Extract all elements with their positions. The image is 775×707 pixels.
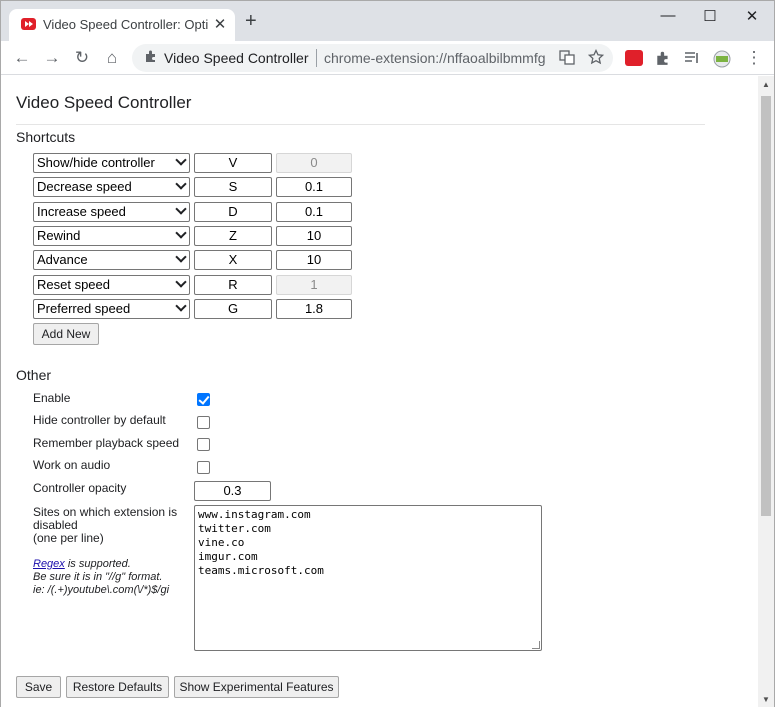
tab-title: Video Speed Controller: Options [43,17,208,32]
active-tab[interactable]: Video Speed Controller: Options ✕ [9,9,235,41]
remember-speed-checkbox[interactable] [197,438,210,451]
scroll-thumb[interactable] [761,96,771,516]
extension-name: Video Speed Controller [164,50,309,66]
shortcut-value-input: 0 [276,153,352,173]
shortcut-key-input[interactable]: D [194,201,272,222]
shortcut-value-input[interactable]: 0.1 [276,177,352,198]
shortcut-value-input[interactable]: 10 [276,250,352,271]
shortcut-action-select[interactable]: Increase speed [33,201,190,222]
address-separator [316,49,317,67]
shortcut-action-select[interactable]: Show/hide controller [33,153,190,173]
hide-controller-checkbox[interactable] [197,416,210,429]
regex-example-text: ie: /(.+)youtube\.com(\/*)$/gi [33,584,170,596]
work-on-audio-label: Work on audio [33,458,111,472]
experimental-features-button[interactable]: Show Experimental Features [174,676,339,698]
shortcut-key-input[interactable]: Z [194,225,272,246]
blacklist-label-line2: (one per line) [33,531,104,545]
shortcut-value-input[interactable]: 10 [276,225,352,246]
video-speed-favicon-icon [21,18,36,30]
enable-checkbox[interactable] [197,393,210,406]
close-tab-icon[interactable]: ✕ [212,15,228,33]
other-heading: Other [16,367,52,383]
save-button[interactable]: Save [16,676,61,698]
hide-controller-label: Hide controller by default [33,413,166,427]
remember-speed-label: Remember playback speed [33,436,180,450]
regex-link[interactable]: Regex [33,558,65,570]
translate-icon[interactable] [559,49,575,68]
reload-icon[interactable]: ↻ [70,46,94,70]
browser-window: Video Speed Controller: Options ✕ + — ☐ … [0,0,775,707]
new-tab-icon[interactable]: + [245,11,257,31]
profile-avatar-icon[interactable] [712,50,731,68]
options-page: Video Speed Controller Shortcuts Show/hi… [1,76,758,707]
shortcut-value-input: 1 [276,274,352,295]
back-icon[interactable]: ← [10,46,34,70]
blacklist-label: Sites on which extension is disabled (on… [33,506,183,545]
close-window-icon[interactable]: ✕ [732,7,772,27]
browser-toolbar: ← → ↻ ⌂ Video Speed Controller chrome-ex… [1,41,774,75]
blacklist-textarea[interactable]: www.instagram.com twitter.com vine.co im… [194,505,542,651]
enable-label: Enable [33,391,71,405]
shortcut-action-select[interactable]: Reset speed [33,274,190,295]
browser-menu-icon[interactable]: ⋮ [742,46,766,70]
scroll-up-icon[interactable]: ▲ [762,80,770,89]
shortcut-value-input[interactable]: 0.1 [276,201,352,222]
shortcut-action-select[interactable]: Decrease speed [33,177,190,198]
shortcuts-heading: Shortcuts [16,129,76,145]
regex-note: Regex is supported. Be sure it is in "//… [33,558,193,597]
divider [16,124,705,125]
scroll-down-icon[interactable]: ▼ [762,695,770,704]
shortcut-key-input[interactable]: G [194,298,272,319]
reading-list-icon[interactable] [684,50,702,66]
regex-format-text: Be sure it is in "//g" format. [33,571,163,583]
bookmark-star-icon[interactable] [587,48,605,68]
address-bar[interactable]: Video Speed Controller chrome-extension:… [132,44,613,72]
shortcut-key-input[interactable]: V [194,153,272,173]
page-title: Video Speed Controller [16,93,192,112]
extensions-icon[interactable] [655,50,673,66]
blacklist-label-line1: Sites on which extension is disabled [33,505,178,532]
maximize-icon[interactable]: ☐ [690,7,730,27]
shortcut-key-input[interactable]: R [194,274,272,295]
forward-icon[interactable]: → [40,46,64,70]
video-speed-extension-icon[interactable] [625,50,643,66]
shortcut-action-select[interactable]: Advance [33,250,190,271]
work-on-audio-checkbox[interactable] [197,461,210,474]
url-text[interactable]: chrome-extension://nffaoalbilbmmfgbnbgpp… [324,50,546,66]
shortcut-value-input[interactable]: 1.8 [276,298,352,319]
controller-opacity-label: Controller opacity [33,481,127,495]
home-icon[interactable]: ⌂ [100,46,124,70]
title-bar: Video Speed Controller: Options ✕ + — ☐ … [1,1,774,41]
regex-supported-text: is supported. [64,558,131,570]
page-scrollbar[interactable]: ▲ ▼ [758,76,774,707]
controller-opacity-input[interactable]: 0.3 [194,481,271,501]
add-new-button[interactable]: Add New [33,323,99,345]
restore-defaults-button[interactable]: Restore Defaults [66,676,169,698]
resize-grip-icon[interactable] [532,641,540,649]
shortcut-key-input[interactable]: S [194,177,272,198]
shortcut-action-select[interactable]: Preferred speed [33,298,190,319]
shortcut-action-select[interactable]: Rewind [33,225,190,246]
minimize-icon[interactable]: — [648,7,688,27]
extension-puzzle-icon [144,49,158,66]
shortcut-key-input[interactable]: X [194,250,272,271]
